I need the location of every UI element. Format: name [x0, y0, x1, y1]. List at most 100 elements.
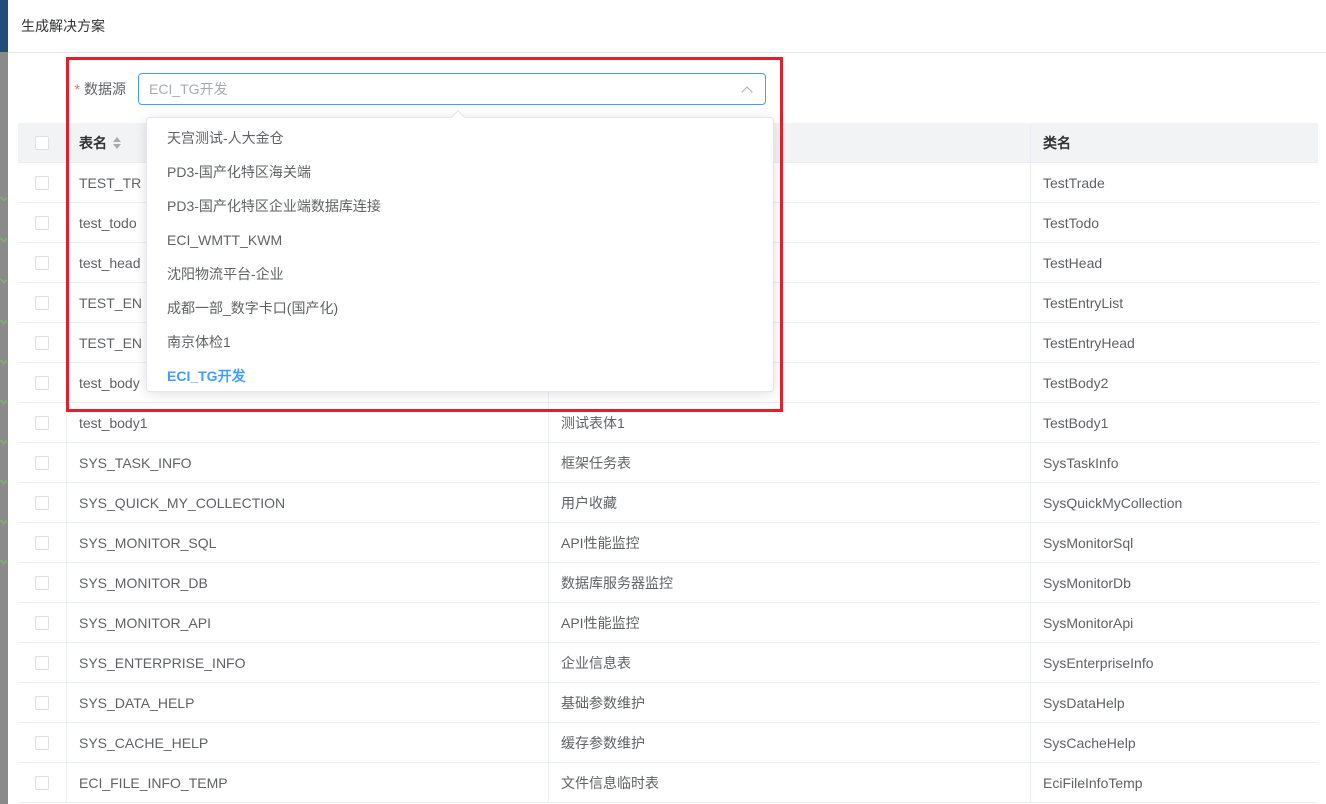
select-all-checkbox[interactable] — [35, 135, 49, 150]
row-checkbox[interactable] — [35, 495, 49, 510]
table-name: test_body1 — [79, 414, 148, 431]
class-name: EciFileInfoTemp — [1043, 774, 1143, 791]
table-row[interactable]: SYS_MONITOR_SQL API性能监控 SysMonitorSql — [18, 523, 1318, 563]
class-name: TestEntryHead — [1043, 334, 1135, 351]
dropdown-option[interactable]: 成都一部_数字卡口(国产化) — [147, 291, 773, 325]
row-checkbox[interactable] — [35, 255, 49, 270]
table-row[interactable]: SYS_DATA_HELP 基础参数维护 SysDataHelp — [18, 683, 1318, 723]
row-checkbox[interactable] — [35, 215, 49, 230]
class-name-cell: SysDataHelp — [1031, 683, 1318, 722]
row-select-cell — [18, 563, 67, 602]
row-select-cell — [18, 683, 67, 722]
row-checkbox[interactable] — [35, 415, 49, 430]
table-name-cell: SYS_ENTERPRISE_INFO — [67, 643, 549, 682]
table-description: 文件信息临时表 — [561, 774, 659, 791]
table-name: test_body — [79, 374, 140, 391]
table-name-cell: SYS_DATA_HELP — [67, 683, 549, 722]
datasource-label: * 数据源 — [58, 79, 138, 99]
class-name: TestBody2 — [1043, 374, 1109, 391]
table-row[interactable]: ECI_FILE_INFO_TEMP 文件信息临时表 EciFileInfoTemp — [18, 763, 1318, 803]
table-name: ECI_FILE_INFO_TEMP — [79, 774, 228, 791]
class-name: SysMonitorDb — [1043, 574, 1131, 591]
table-row[interactable]: SYS_MONITOR_DB 数据库服务器监控 SysMonitorDb — [18, 563, 1318, 603]
description-cell: 用户收藏 — [549, 483, 1031, 522]
class-name-cell: TestHead — [1031, 243, 1318, 282]
background-check-icon — [0, 194, 8, 202]
background-check-icon — [0, 557, 8, 565]
background-check-icon — [0, 317, 8, 325]
table-row[interactable]: SYS_ENTERPRISE_INFO 企业信息表 SysEnterpriseInf… — [18, 643, 1318, 683]
row-select-cell — [18, 363, 67, 402]
dropdown-option[interactable]: ECI_TG开发 — [147, 359, 773, 393]
table-row[interactable]: SYS_MONITOR_API API性能监控 SysMonitorApi — [18, 603, 1318, 643]
row-checkbox[interactable] — [35, 695, 49, 710]
header-class-name: 类名 — [1031, 123, 1318, 162]
table-name: SYS_MONITOR_API — [79, 614, 212, 631]
table-name-cell: test_body1 — [67, 403, 549, 442]
datasource-select[interactable]: ECI_TG开发 — [138, 73, 766, 105]
table-name: SYS_QUICK_MY_COLLECTION — [79, 494, 286, 511]
class-name-cell: TestBody2 — [1031, 363, 1318, 402]
background-check-icon — [0, 357, 8, 365]
row-checkbox[interactable] — [35, 375, 49, 390]
table-description: 数据库服务器监控 — [561, 574, 673, 591]
row-select-cell — [18, 523, 67, 562]
class-name: SysTaskInfo — [1043, 454, 1119, 471]
class-name-cell: TestTodo — [1031, 203, 1318, 242]
class-name-cell: SysCacheHelp — [1031, 723, 1318, 762]
background-check-icon — [0, 235, 8, 243]
datasource-dropdown: 天宫测试-人大金仓 PD3-国产化特区海关端 PD3-国产化特区企业端数据库连接 EC… — [146, 109, 774, 393]
row-checkbox[interactable] — [35, 775, 49, 790]
description-cell: API性能监控 — [549, 603, 1031, 642]
row-select-cell — [18, 603, 67, 642]
table-row[interactable]: SYS_CACHE_HELP 缓存参数维护 SysCacheHelp — [18, 723, 1318, 763]
class-name-cell: SysMonitorSql — [1031, 523, 1318, 562]
table-row[interactable]: SYS_QUICK_MY_COLLECTION 用户收藏 SysQuickMyCol… — [18, 483, 1318, 523]
dropdown-option[interactable]: 沈阳物流平台-企业 — [147, 257, 773, 291]
class-name: TestTodo — [1043, 214, 1100, 231]
row-checkbox[interactable] — [35, 335, 49, 350]
class-name-cell: TestEntryHead — [1031, 323, 1318, 362]
row-checkbox[interactable] — [35, 175, 49, 190]
table-name: SYS_MONITOR_DB — [79, 574, 208, 591]
background-header-accent — [0, 0, 8, 52]
table-row[interactable]: test_body1 测试表体1 TestBody1 — [18, 403, 1318, 443]
row-select-cell — [18, 203, 67, 242]
table-description: 企业信息表 — [561, 654, 631, 671]
table-name: test_head — [79, 254, 141, 271]
row-checkbox[interactable] — [35, 615, 49, 630]
table-name: TEST_EN — [79, 334, 143, 351]
table-name: SYS_MONITOR_SQL — [79, 534, 217, 551]
description-cell: 测试表体1 — [549, 403, 1031, 442]
row-checkbox[interactable] — [35, 735, 49, 750]
row-checkbox[interactable] — [35, 575, 49, 590]
class-name: SysMonitorSql — [1043, 534, 1134, 551]
class-name: TestTrade — [1043, 174, 1105, 191]
class-name-cell: TestBody1 — [1031, 403, 1318, 442]
dropdown-option[interactable]: PD3-国产化特区企业端数据库连接 — [147, 189, 773, 223]
table-description: 基础参数维护 — [561, 694, 645, 711]
class-name-cell: SysMonitorDb — [1031, 563, 1318, 602]
class-name: TestBody1 — [1043, 414, 1109, 431]
description-cell: 企业信息表 — [549, 643, 1031, 682]
dropdown-option[interactable]: PD3-国产化特区海关端 — [147, 155, 773, 189]
row-select-cell — [18, 643, 67, 682]
row-checkbox[interactable] — [35, 455, 49, 470]
dropdown-option[interactable]: 南京体检1 — [147, 325, 773, 359]
dropdown-option[interactable]: ECI_WMTT_KWM — [147, 223, 773, 257]
background-check-icon — [0, 437, 8, 445]
table-row[interactable]: SYS_TASK_INFO 框架任务表 SysTaskInfo — [18, 443, 1318, 483]
chevron-up-icon[interactable] — [741, 85, 753, 98]
table-name-cell: SYS_MONITOR_API — [67, 603, 549, 642]
row-checkbox[interactable] — [35, 535, 49, 550]
table-description: API性能监控 — [561, 614, 640, 631]
row-select-cell — [18, 243, 67, 282]
class-name: SysDataHelp — [1043, 694, 1125, 711]
row-select-cell — [18, 403, 67, 442]
row-checkbox[interactable] — [35, 295, 49, 310]
table-name: test_todo — [79, 214, 137, 231]
row-checkbox[interactable] — [35, 655, 49, 670]
sort-icon[interactable] — [113, 136, 121, 149]
dialog-header: 生成解决方案 — [8, 0, 1326, 53]
dropdown-option[interactable]: 天宫测试-人大金仓 — [147, 121, 773, 155]
